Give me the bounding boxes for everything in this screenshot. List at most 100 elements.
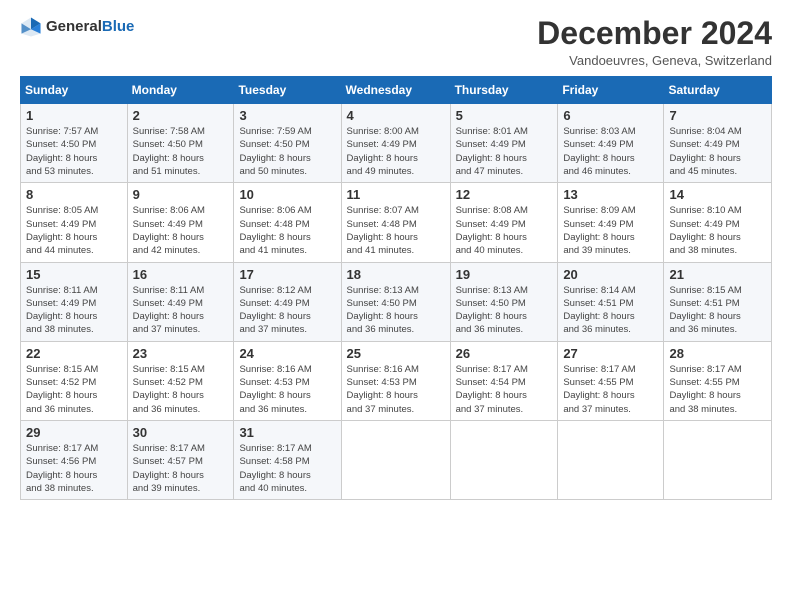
- cell-detail: Sunrise: 8:11 AMSunset: 4:49 PMDaylight:…: [26, 284, 122, 337]
- cell-day-number: 29: [26, 425, 122, 440]
- cell-day-number: 22: [26, 346, 122, 361]
- cell-detail: Sunrise: 8:13 AMSunset: 4:50 PMDaylight:…: [456, 284, 553, 337]
- calendar-header-wednesday: Wednesday: [341, 77, 450, 104]
- cell-detail: Sunrise: 8:17 AMSunset: 4:58 PMDaylight:…: [239, 442, 335, 495]
- calendar-cell: 20 Sunrise: 8:14 AMSunset: 4:51 PMDayligh…: [558, 262, 664, 341]
- calendar-header-thursday: Thursday: [450, 77, 558, 104]
- calendar-cell: 8 Sunrise: 8:05 AMSunset: 4:49 PMDaylight…: [21, 183, 128, 262]
- calendar-header-tuesday: Tuesday: [234, 77, 341, 104]
- cell-day-number: 31: [239, 425, 335, 440]
- calendar-cell: 5 Sunrise: 8:01 AMSunset: 4:49 PMDaylight…: [450, 104, 558, 183]
- cell-day-number: 23: [133, 346, 229, 361]
- cell-detail: Sunrise: 8:08 AMSunset: 4:49 PMDaylight:…: [456, 204, 553, 257]
- calendar-week-2: 8 Sunrise: 8:05 AMSunset: 4:49 PMDaylight…: [21, 183, 772, 262]
- cell-day-number: 20: [563, 267, 658, 282]
- cell-detail: Sunrise: 7:58 AMSunset: 4:50 PMDaylight:…: [133, 125, 229, 178]
- cell-detail: Sunrise: 8:05 AMSunset: 4:49 PMDaylight:…: [26, 204, 122, 257]
- calendar-cell: 17 Sunrise: 8:12 AMSunset: 4:49 PMDayligh…: [234, 262, 341, 341]
- cell-day-number: 1: [26, 108, 122, 123]
- calendar-cell: 24Sunrise: 8:16 AMSunset: 4:53 PMDayligh…: [234, 341, 341, 420]
- cell-day-number: 6: [563, 108, 658, 123]
- cell-day-number: 24: [239, 346, 335, 361]
- cell-day-number: 10: [239, 187, 335, 202]
- main-title: December 2024: [537, 16, 772, 51]
- calendar-cell: 22Sunrise: 8:15 AMSunset: 4:52 PMDayligh…: [21, 341, 128, 420]
- cell-day-number: 19: [456, 267, 553, 282]
- calendar-week-5: 29 Sunrise: 8:17 AMSunset: 4:56 PMDayligh…: [21, 420, 772, 499]
- calendar-cell: 14 Sunrise: 8:10 AMSunset: 4:49 PMDayligh…: [664, 183, 772, 262]
- cell-day-number: 8: [26, 187, 122, 202]
- calendar-cell: 27Sunrise: 8:17 AMSunset: 4:55 PMDayligh…: [558, 341, 664, 420]
- calendar-cell: 2 Sunrise: 7:58 AMSunset: 4:50 PMDaylight…: [127, 104, 234, 183]
- calendar-cell: 10 Sunrise: 8:06 AMSunset: 4:48 PMDayligh…: [234, 183, 341, 262]
- cell-detail: Sunrise: 8:11 AMSunset: 4:49 PMDaylight:…: [133, 284, 229, 337]
- calendar-cell: 4Sunrise: 8:00 AMSunset: 4:49 PMDaylight…: [341, 104, 450, 183]
- cell-detail: Sunrise: 8:01 AMSunset: 4:49 PMDaylight:…: [456, 125, 553, 178]
- calendar-cell: 11Sunrise: 8:07 AMSunset: 4:48 PMDayligh…: [341, 183, 450, 262]
- calendar-cell: 7 Sunrise: 8:04 AMSunset: 4:49 PMDaylight…: [664, 104, 772, 183]
- cell-day-number: 26: [456, 346, 553, 361]
- cell-day-number: 27: [563, 346, 658, 361]
- logo-text: GeneralBlue: [46, 18, 134, 36]
- calendar-header-monday: Monday: [127, 77, 234, 104]
- cell-detail: Sunrise: 8:12 AMSunset: 4:49 PMDaylight:…: [239, 284, 335, 337]
- title-block: December 2024 Vandoeuvres, Geneva, Switz…: [537, 16, 772, 68]
- logo-icon: [20, 16, 42, 38]
- cell-day-number: 12: [456, 187, 553, 202]
- calendar-week-4: 22 Sunrise: 8:15 AMSunset: 4:52 PMDayligh…: [21, 341, 772, 420]
- calendar-cell: 15 Sunrise: 8:11 AMSunset: 4:49 PMDayligh…: [21, 262, 128, 341]
- cell-day-number: 5: [456, 108, 553, 123]
- cell-detail: Sunrise: 8:07 AMSunset: 4:48 PMDaylight:…: [347, 204, 445, 257]
- cell-day-number: 14: [669, 187, 766, 202]
- cell-day-number: 13: [563, 187, 658, 202]
- cell-detail: Sunrise: 8:10 AMSunset: 4:49 PMDaylight:…: [669, 204, 766, 257]
- cell-day-number: 30: [133, 425, 229, 440]
- cell-detail: Sunrise: 7:59 AMSunset: 4:50 PMDaylight:…: [239, 125, 335, 178]
- cell-day-number: 21: [669, 267, 766, 282]
- cell-detail: Sunrise: 8:17 AMSunset: 4:56 PMDaylight:…: [26, 442, 122, 495]
- cell-detail: Sunrise: 8:04 AMSunset: 4:49 PMDaylight:…: [669, 125, 766, 178]
- page: GeneralBlue December 2024 Vandoeuvres, G…: [0, 0, 792, 612]
- cell-day-number: 17: [239, 267, 335, 282]
- calendar-cell: 28 Sunrise: 8:17 AMSunset: 4:55 PMDayligh…: [664, 341, 772, 420]
- calendar-cell: 25Sunrise: 8:16 AMSunset: 4:53 PMDayligh…: [341, 341, 450, 420]
- cell-detail: Sunrise: 8:13 AMSunset: 4:50 PMDaylight:…: [347, 284, 445, 337]
- cell-day-number: 28: [669, 346, 766, 361]
- cell-detail: Sunrise: 8:17 AMSunset: 4:57 PMDaylight:…: [133, 442, 229, 495]
- calendar-cell: [664, 420, 772, 499]
- calendar-cell: 31 Sunrise: 8:17 AMSunset: 4:58 PMDayligh…: [234, 420, 341, 499]
- cell-detail: Sunrise: 8:15 AMSunset: 4:51 PMDaylight:…: [669, 284, 766, 337]
- calendar-cell: [558, 420, 664, 499]
- calendar-cell: 23 Sunrise: 8:15 AMSunset: 4:52 PMDayligh…: [127, 341, 234, 420]
- calendar-cell: 3 Sunrise: 7:59 AMSunset: 4:50 PMDaylight…: [234, 104, 341, 183]
- cell-day-number: 15: [26, 267, 122, 282]
- cell-detail: Sunrise: 8:17 AMSunset: 4:54 PMDaylight:…: [456, 363, 553, 416]
- calendar-cell: 30 Sunrise: 8:17 AMSunset: 4:57 PMDayligh…: [127, 420, 234, 499]
- cell-detail: Sunrise: 8:17 AMSunset: 4:55 PMDaylight:…: [669, 363, 766, 416]
- calendar-week-3: 15 Sunrise: 8:11 AMSunset: 4:49 PMDayligh…: [21, 262, 772, 341]
- calendar-header-saturday: Saturday: [664, 77, 772, 104]
- cell-day-number: 3: [239, 108, 335, 123]
- calendar-header-friday: Friday: [558, 77, 664, 104]
- calendar-cell: 16Sunrise: 8:11 AMSunset: 4:49 PMDayligh…: [127, 262, 234, 341]
- calendar-cell: 19 Sunrise: 8:13 AMSunset: 4:50 PMDayligh…: [450, 262, 558, 341]
- calendar-cell: 21 Sunrise: 8:15 AMSunset: 4:51 PMDayligh…: [664, 262, 772, 341]
- calendar-header-sunday: Sunday: [21, 77, 128, 104]
- logo-general: General: [46, 18, 102, 35]
- cell-detail: Sunrise: 8:06 AMSunset: 4:48 PMDaylight:…: [239, 204, 335, 257]
- cell-day-number: 9: [133, 187, 229, 202]
- calendar-week-1: 1 Sunrise: 7:57 AMSunset: 4:50 PMDaylight…: [21, 104, 772, 183]
- calendar-cell: 13Sunrise: 8:09 AMSunset: 4:49 PMDayligh…: [558, 183, 664, 262]
- cell-detail: Sunrise: 7:57 AMSunset: 4:50 PMDaylight:…: [26, 125, 122, 178]
- cell-day-number: 2: [133, 108, 229, 123]
- logo-blue: Blue: [102, 18, 135, 35]
- cell-day-number: 18: [347, 267, 445, 282]
- cell-detail: Sunrise: 8:06 AMSunset: 4:49 PMDaylight:…: [133, 204, 229, 257]
- cell-day-number: 7: [669, 108, 766, 123]
- cell-detail: Sunrise: 8:14 AMSunset: 4:51 PMDaylight:…: [563, 284, 658, 337]
- cell-detail: Sunrise: 8:15 AMSunset: 4:52 PMDaylight:…: [133, 363, 229, 416]
- cell-detail: Sunrise: 8:00 AMSunset: 4:49 PMDaylight:…: [347, 125, 445, 178]
- calendar-table: SundayMondayTuesdayWednesdayThursdayFrid…: [20, 76, 772, 500]
- calendar-cell: 1 Sunrise: 7:57 AMSunset: 4:50 PMDaylight…: [21, 104, 128, 183]
- calendar-cell: 6Sunrise: 8:03 AMSunset: 4:49 PMDaylight…: [558, 104, 664, 183]
